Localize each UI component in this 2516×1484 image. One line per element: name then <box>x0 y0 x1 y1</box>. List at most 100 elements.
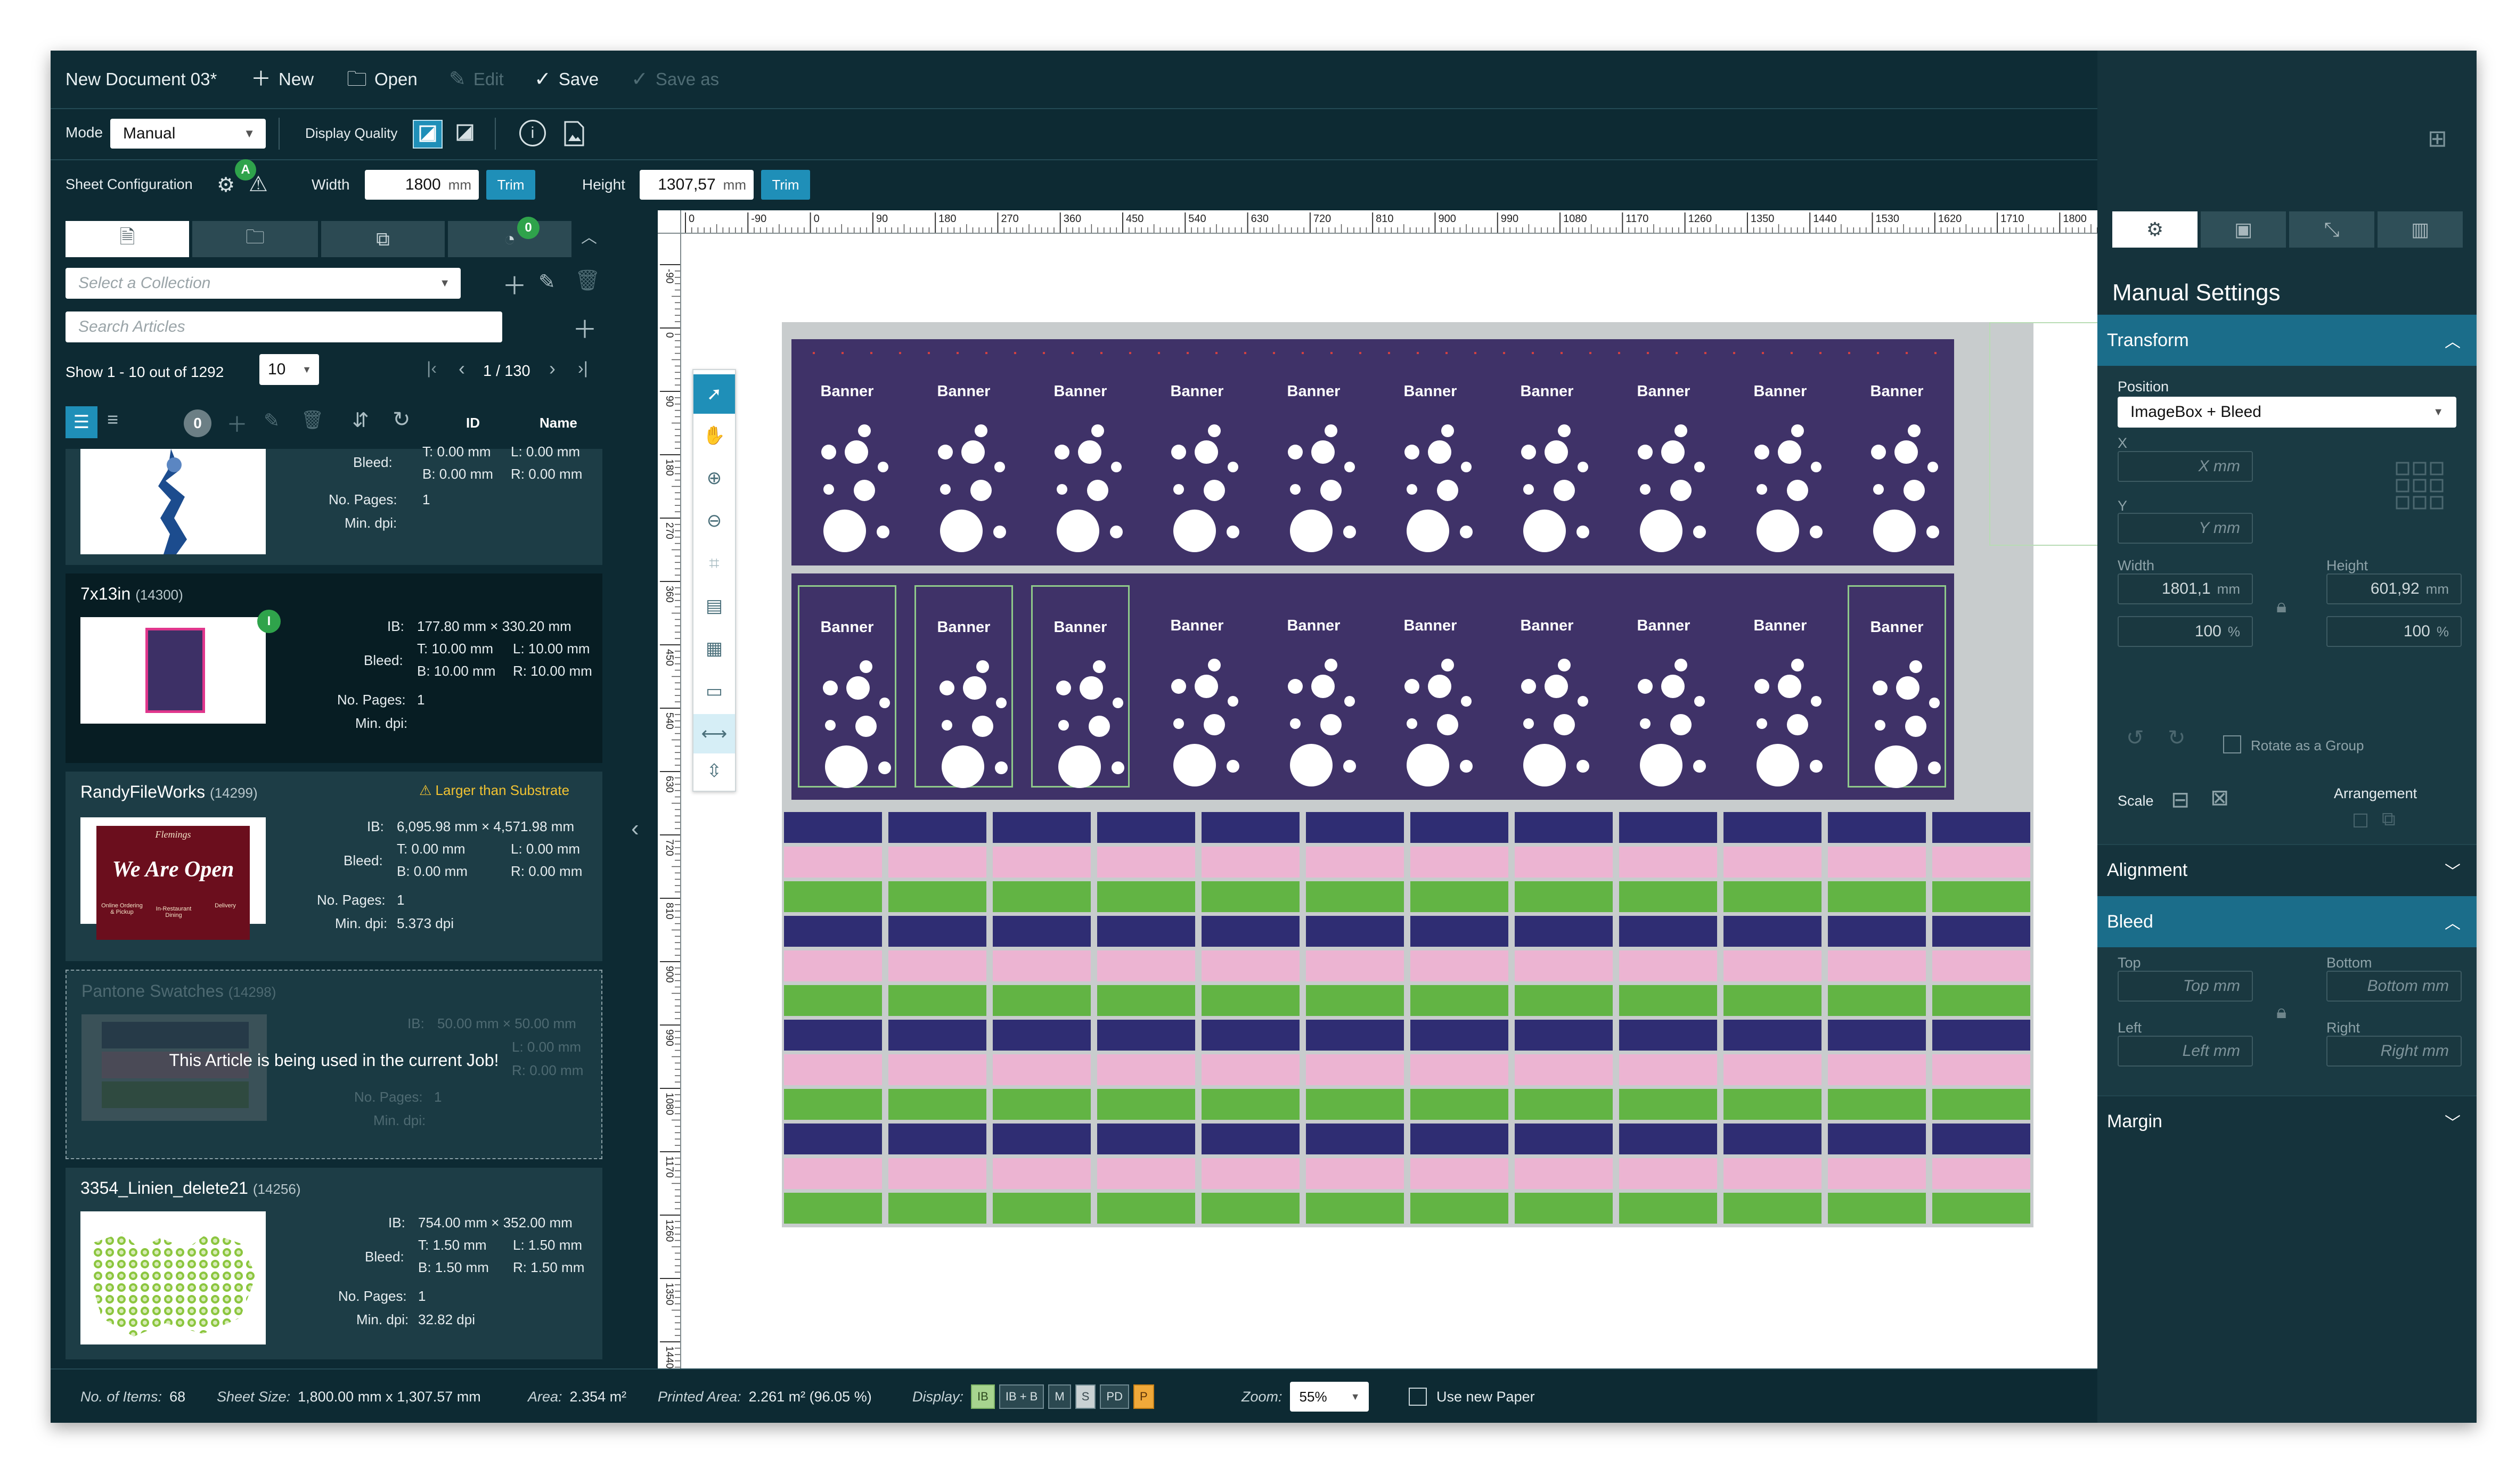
stripe-item[interactable] <box>1097 812 1195 843</box>
stripe-item[interactable] <box>1932 1054 2030 1085</box>
scale-fill-icon[interactable]: ⊠ <box>2210 784 2229 810</box>
quality-low-button[interactable] <box>451 120 481 149</box>
stripe-item[interactable] <box>1723 1193 1821 1224</box>
banner-item[interactable]: Banner <box>914 585 1013 788</box>
stripe-item[interactable] <box>1306 1124 1404 1154</box>
stripe-item[interactable] <box>1306 1054 1404 1085</box>
stripe-item[interactable] <box>1306 1158 1404 1189</box>
stripe-item[interactable] <box>1828 916 1926 947</box>
stripe-item[interactable] <box>1828 1193 1926 1224</box>
stripe-item[interactable] <box>1515 881 1613 912</box>
width-input[interactable]: 1801,1 mm <box>2118 573 2253 604</box>
stripe-item[interactable] <box>1515 847 1613 878</box>
stripe-item[interactable] <box>784 812 882 843</box>
stripe-item[interactable] <box>784 881 882 912</box>
stripe-item[interactable] <box>1619 1089 1717 1120</box>
stripe-item[interactable] <box>1619 1193 1717 1224</box>
x-input[interactable]: X mm <box>2118 451 2253 482</box>
stripe-item[interactable] <box>1932 916 2030 947</box>
stripe-item[interactable] <box>1410 1089 1508 1120</box>
stripe-item[interactable] <box>1619 950 1717 981</box>
stripe-item[interactable] <box>1306 1193 1404 1224</box>
search-articles-input[interactable]: Search Articles <box>66 311 502 342</box>
article-card[interactable]: 7x13in (14300) I IB: 177.80 mm × 330.20 … <box>66 573 602 763</box>
stripe-item[interactable] <box>1306 847 1404 878</box>
trim-width-button[interactable]: Trim <box>486 170 535 200</box>
stripe-item[interactable] <box>1723 1089 1821 1120</box>
stripe-item[interactable] <box>1515 1193 1613 1224</box>
stripe-item[interactable] <box>1619 1054 1717 1085</box>
banner-item[interactable]: Banner <box>1848 585 1946 788</box>
quality-high-button[interactable] <box>413 120 443 149</box>
stripe-item[interactable] <box>784 1020 882 1051</box>
prev-page-icon[interactable]: ‹ <box>459 357 465 380</box>
banner-item[interactable]: Banner <box>1614 351 1713 553</box>
stripe-item[interactable] <box>1202 985 1300 1016</box>
arrange-single-icon[interactable]: ☐ <box>2352 810 2369 832</box>
stripe-item[interactable] <box>1306 1089 1404 1120</box>
stripe-item[interactable] <box>1515 916 1613 947</box>
display-p-toggle[interactable]: P <box>1133 1384 1154 1409</box>
stripe-item[interactable] <box>888 1020 986 1051</box>
banner-item[interactable]: Banner <box>798 351 896 553</box>
tab-shrink[interactable]: ⤡ <box>2289 211 2374 248</box>
rotate-left-icon[interactable]: ↺ <box>2126 726 2144 750</box>
stripe-item[interactable] <box>993 847 1091 878</box>
stripe-item[interactable] <box>1202 1124 1300 1154</box>
pan-tool[interactable]: ✋ <box>693 416 735 455</box>
banner-item[interactable]: Banner <box>1148 351 1246 553</box>
stripe-item[interactable] <box>1515 1089 1613 1120</box>
refresh-icon[interactable]: ↻ <box>393 407 411 432</box>
sheet-width-input[interactable]: 1800 mm <box>365 170 479 200</box>
stripe-item[interactable] <box>1097 950 1195 981</box>
stripe-item[interactable] <box>1828 847 1926 878</box>
stripe-item[interactable] <box>1410 1158 1508 1189</box>
stripe-item[interactable] <box>1202 1089 1300 1120</box>
zoom-in-tool[interactable]: ⊕ <box>693 458 735 498</box>
open-button[interactable]: 🗀 Open <box>347 51 418 108</box>
tab-ruler[interactable]: ▥ <box>2378 211 2463 248</box>
banner-item[interactable]: Banner <box>1264 351 1363 553</box>
detail-view-button[interactable]: ☰ <box>66 406 97 438</box>
display-ib-b-toggle[interactable]: IB + B <box>999 1384 1044 1409</box>
stripe-item[interactable] <box>1619 985 1717 1016</box>
stripe-item[interactable] <box>784 847 882 878</box>
stripe-item[interactable] <box>1828 881 1926 912</box>
stripe-item[interactable] <box>1097 916 1195 947</box>
stripe-item[interactable] <box>1097 1124 1195 1154</box>
stripe-item[interactable] <box>993 950 1091 981</box>
stripe-item[interactable] <box>1828 1089 1926 1120</box>
stripe-item[interactable] <box>1410 1020 1508 1051</box>
stripe-item[interactable] <box>1828 950 1926 981</box>
stripe-item[interactable] <box>1202 847 1300 878</box>
bleed-right-input[interactable]: Right mm <box>2326 1036 2462 1067</box>
next-page-icon[interactable]: › <box>549 357 556 380</box>
bleed-left-input[interactable]: Left mm <box>2118 1036 2253 1067</box>
tab-performance[interactable]: ◔ <box>448 221 571 257</box>
crop-tool[interactable]: ⌗ <box>693 544 735 583</box>
zoom-out-tool[interactable]: ⊖ <box>693 501 735 540</box>
banner-item[interactable]: Banner <box>1148 585 1246 788</box>
stripe-item[interactable] <box>993 1054 1091 1085</box>
stripe-item[interactable] <box>1202 916 1300 947</box>
list-view-icon[interactable]: ≡ <box>107 408 118 431</box>
stripe-item[interactable] <box>993 1124 1091 1154</box>
stripe-item[interactable] <box>1932 1158 2030 1189</box>
stripe-item[interactable] <box>1515 1020 1613 1051</box>
display-ib-toggle[interactable]: IB <box>971 1384 995 1409</box>
stripe-item[interactable] <box>1723 1054 1821 1085</box>
stripe-item[interactable] <box>1932 1124 2030 1154</box>
sheet-height-input[interactable]: 1307,57 mm <box>640 170 754 200</box>
display-s-toggle[interactable]: S <box>1075 1384 1096 1409</box>
stripe-item[interactable] <box>1723 812 1821 843</box>
tab-templates[interactable]: ⧉ <box>321 221 445 257</box>
stripe-item[interactable] <box>1932 881 2030 912</box>
stripe-item[interactable] <box>1932 812 2030 843</box>
stripe-item[interactable] <box>993 1020 1091 1051</box>
banner-item[interactable]: Banner <box>1614 585 1713 788</box>
stripe-item[interactable] <box>1619 1020 1717 1051</box>
stripe-item[interactable] <box>1410 985 1508 1016</box>
measure-tool[interactable]: ▭ <box>693 671 735 711</box>
grid-icon[interactable]: ⊞ <box>2428 125 2447 152</box>
add-collection-icon[interactable]: ＋ <box>502 267 527 302</box>
